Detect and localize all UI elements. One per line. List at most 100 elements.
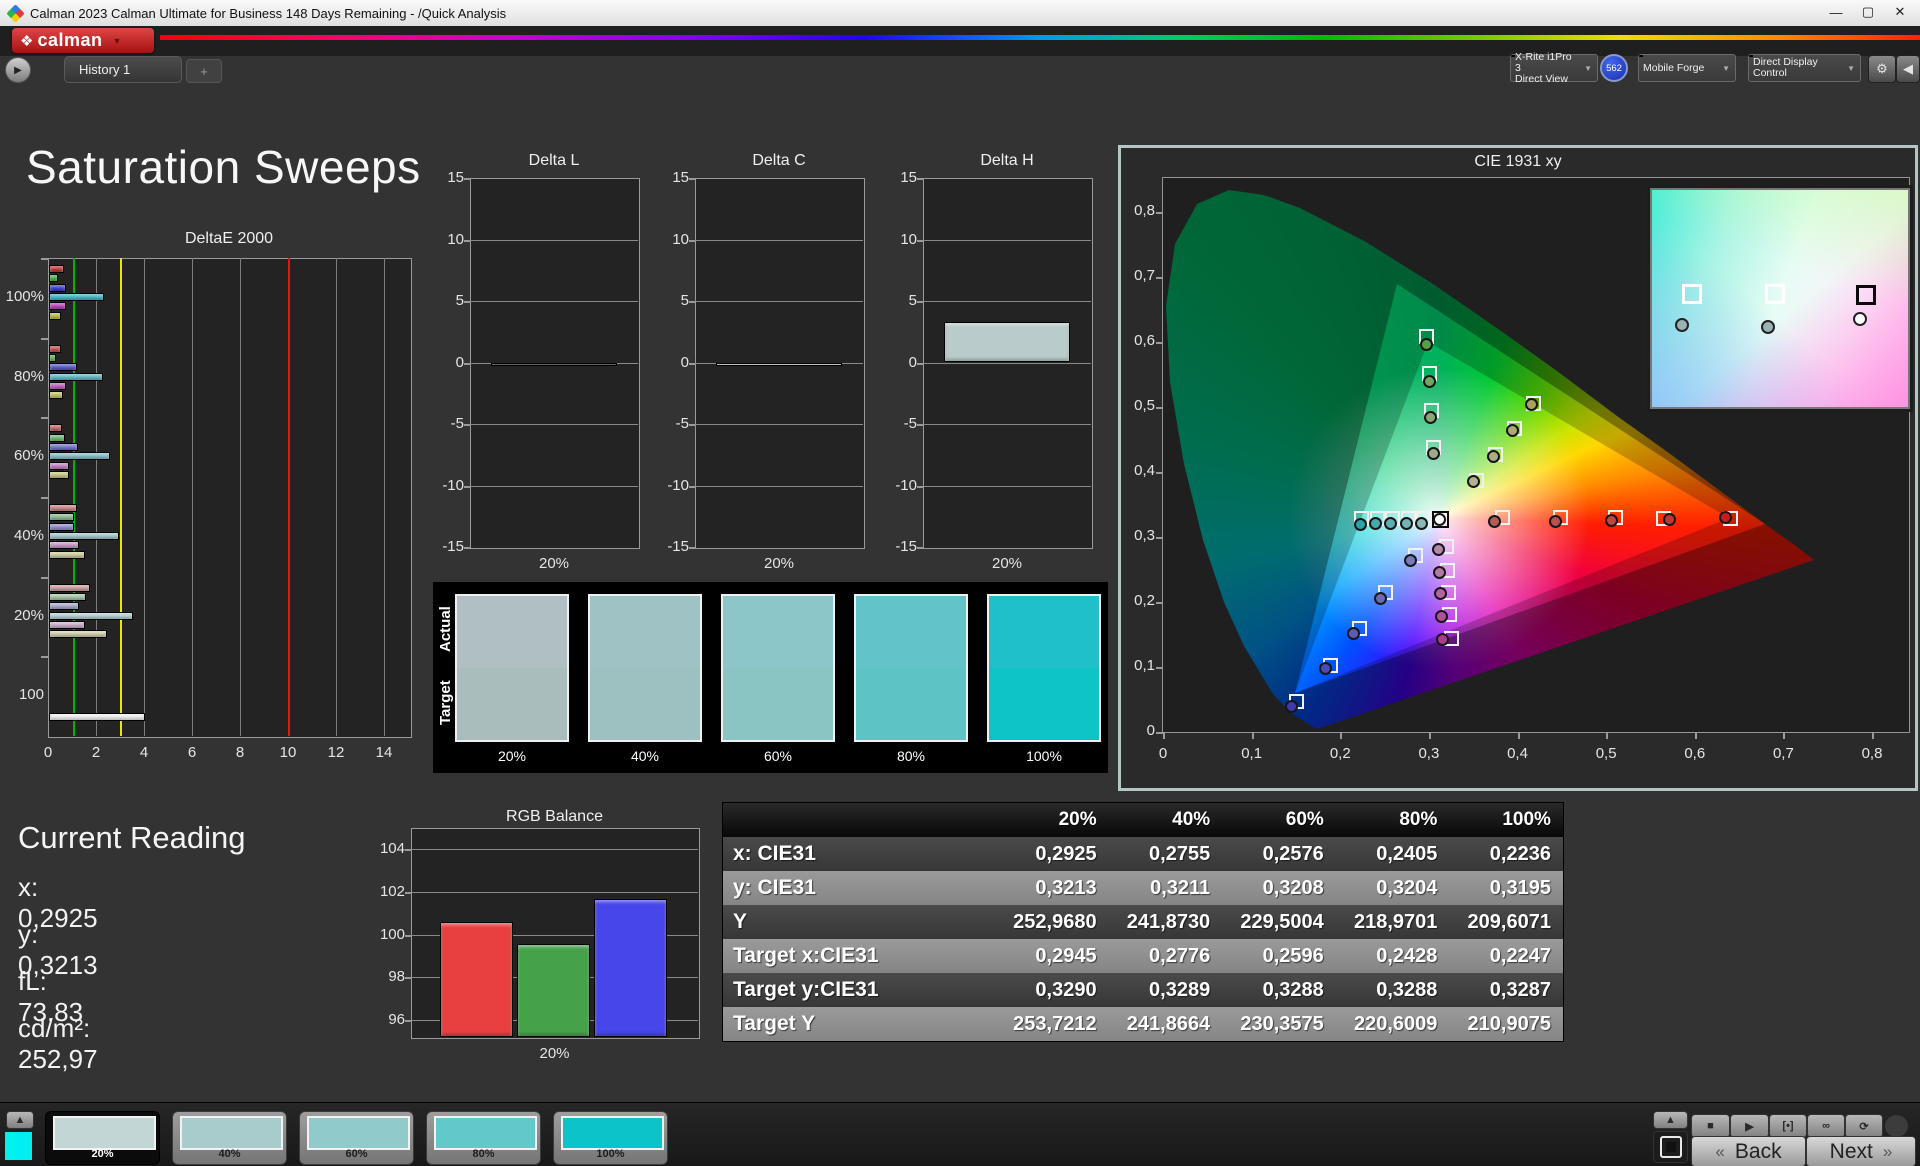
- deltaH-frame: [923, 178, 1093, 549]
- calman-logo-icon: ❖: [20, 32, 34, 50]
- patch-thumbnail-label: 20%: [91, 1148, 114, 1160]
- calman-window: Calman 2023 Calman Ultimate for Business…: [0, 0, 1920, 1166]
- cie-xtick-mark: [1694, 732, 1697, 739]
- close-button[interactable]: ✕: [1884, 0, 1916, 24]
- table-cell: 253,7212: [1013, 1012, 1097, 1035]
- deltae-bar: [49, 541, 79, 550]
- delta-h-chart: Delta H 15 10 5 0 -5 -10 -15 20%: [895, 152, 1093, 572]
- back-button[interactable]: « Back: [1691, 1136, 1806, 1166]
- cie-ytick-mark: [1156, 277, 1163, 279]
- swatch-label: 60%: [763, 748, 793, 764]
- next-button[interactable]: Next »: [1806, 1136, 1916, 1166]
- tab-history-1[interactable]: History 1: [64, 56, 182, 83]
- page-title: Saturation Sweeps: [26, 141, 421, 193]
- patch-thumbnail-60%[interactable]: 60%: [299, 1111, 414, 1165]
- add-tab-button[interactable]: +: [186, 59, 222, 83]
- maximize-button[interactable]: ▢: [1852, 0, 1884, 24]
- deltae-xtick-label: 6: [187, 744, 197, 761]
- minimize-button[interactable]: —: [1820, 0, 1852, 24]
- deltae-bar: [49, 602, 79, 611]
- settings-button[interactable]: ⚙: [1868, 55, 1896, 83]
- table-cell: 0,3289: [1149, 978, 1211, 1001]
- current-reading-line: cd/m²: 252,97: [18, 1013, 98, 1074]
- plus-icon: +: [200, 63, 208, 79]
- patch-thumbnail-80%[interactable]: 80%: [426, 1111, 541, 1165]
- deltaH-ytick-label: -10: [895, 476, 917, 494]
- cie-xtick-label: 0: [1158, 745, 1168, 762]
- footer-bar: ▲ 20% 40% 60% 80% 100% ▲ ■ ▶ [•] ∞ ⟳ « B…: [0, 1102, 1920, 1166]
- patch-thumbnail-20%[interactable]: 20%: [45, 1111, 160, 1165]
- swatch-target-half: [856, 668, 966, 740]
- swatch-target-half: [590, 668, 700, 740]
- deltae-ytick-mark: [41, 497, 48, 499]
- deltaL-ytick-mark: [464, 547, 470, 549]
- table-cell: 0,2405: [1376, 842, 1438, 865]
- swatch-target-half: [989, 668, 1099, 740]
- cie-xtick-mark: [1517, 732, 1520, 739]
- patch-thumbnail-100%[interactable]: 100%: [553, 1111, 668, 1165]
- meter-panel-up-button[interactable]: ▲: [1653, 1111, 1688, 1129]
- current-patch-preview: [5, 1132, 32, 1160]
- cie-measured-marker: [1422, 374, 1436, 388]
- deltae-bar: [49, 531, 119, 540]
- patch-thumbnail-label: 60%: [345, 1148, 368, 1160]
- table-row-label: Target x:CIE31: [733, 944, 879, 967]
- play-icon: ▶: [1745, 1120, 1754, 1133]
- cie-xtick-label: 0,7: [1772, 745, 1794, 762]
- layout-nav-button[interactable]: ▶: [5, 57, 31, 83]
- swatch-label: 100%: [1026, 748, 1062, 764]
- cie-xtick-mark: [1163, 732, 1165, 739]
- play-icon: ▶: [14, 64, 22, 76]
- deltae-bar: [49, 470, 70, 479]
- rgb-gridline: [411, 891, 698, 893]
- rgb-ytick-mark: [405, 1019, 411, 1022]
- table-row-label: Target Y: [733, 1012, 816, 1035]
- cie-xtick-label: 0,2: [1329, 745, 1351, 762]
- cie-measured-marker: [1486, 449, 1500, 463]
- cie-measured-marker: [1353, 517, 1367, 531]
- cie-xtick-label: 0,5: [1595, 745, 1617, 762]
- deltaL-gridline: [470, 424, 638, 425]
- rgb-ytick-label: 102: [379, 882, 405, 900]
- patch-thumbnail-40%[interactable]: 40%: [172, 1111, 287, 1165]
- deltae-category-label: 60%: [13, 447, 44, 465]
- swatch-60%: [721, 594, 835, 742]
- deltaC-ytick-mark: [689, 547, 695, 549]
- table-cell: 0,2428: [1376, 944, 1438, 967]
- cie-measured-marker: [1434, 610, 1448, 624]
- rgb-balance-title: RGB Balance: [506, 808, 603, 825]
- single-measure-button[interactable]: [•]: [1769, 1114, 1807, 1138]
- collapse-panel-button[interactable]: ◀: [1896, 55, 1920, 83]
- table-cell: 0,3204: [1376, 876, 1438, 899]
- meter-dropdown[interactable]: X-Rite i1Pro 3 Direct View ▼: [1510, 51, 1598, 84]
- swatch-row-label-target: Target: [437, 680, 454, 726]
- table-cell: 252,9680: [1013, 910, 1097, 933]
- source-dropdown[interactable]: Mobile Forge ▼: [1638, 54, 1736, 82]
- rgb-ytick-mark: [405, 977, 411, 980]
- deltaC-title: Delta C: [752, 152, 806, 169]
- stop-measure-button[interactable]: ■: [1691, 1114, 1730, 1138]
- patch-window-button[interactable]: [1653, 1131, 1688, 1163]
- table-row: Y 252,9680 241,8730 229,5004 218,9701 209,607…: [723, 905, 1563, 939]
- calman-menu-button[interactable]: ❖ calman ▼: [12, 28, 154, 53]
- chevron-down-icon: ▼: [112, 35, 122, 46]
- deltae-xtick-label: 2: [91, 744, 101, 761]
- continuous-measure-button[interactable]: ∞: [1807, 1114, 1845, 1138]
- loop-measure-button[interactable]: ⟳: [1845, 1114, 1883, 1138]
- deltae-gridline: [240, 258, 241, 736]
- display-control-dropdown[interactable]: Direct Display Control ▼: [1748, 54, 1861, 82]
- deltaL-gridline: [470, 239, 638, 241]
- deltae-bar: [49, 461, 70, 470]
- patch-window-icon: [1659, 1136, 1682, 1158]
- table-cell: 230,3575: [1240, 1012, 1324, 1035]
- patch-list-up-button[interactable]: ▲: [6, 1111, 34, 1129]
- deltae-bar: [49, 550, 85, 559]
- patch-thumbnail-label: 100%: [596, 1148, 625, 1160]
- cie-inset-measured-marker: [1675, 318, 1690, 333]
- rgb-ytick-mark: [405, 891, 411, 894]
- table-cell: 0,2755: [1149, 842, 1211, 865]
- play-measure-button[interactable]: ▶: [1730, 1114, 1769, 1138]
- patch-thumbnail-swatch: [53, 1116, 156, 1150]
- table-row-label: x: CIE31: [733, 842, 816, 865]
- cie-chart-title: CIE 1931 xy: [1474, 153, 1562, 170]
